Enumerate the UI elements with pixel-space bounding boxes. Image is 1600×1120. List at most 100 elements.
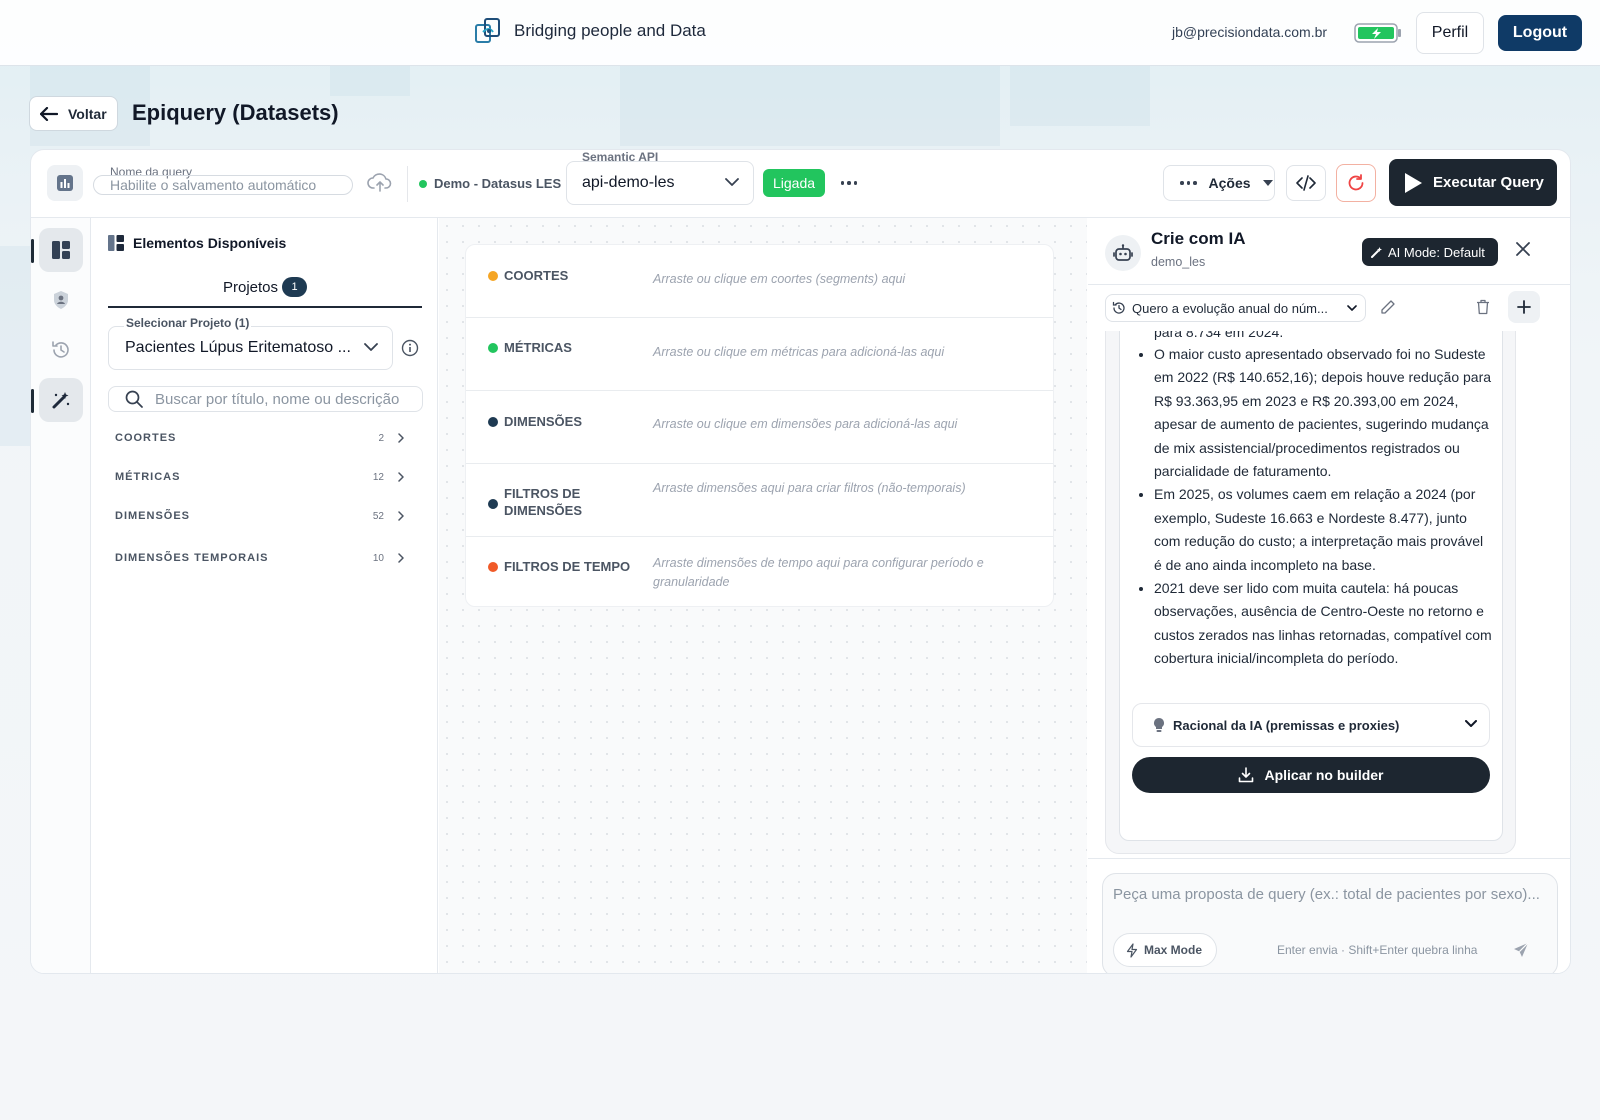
more-options-icon[interactable]: [837, 172, 861, 194]
zone-dot: [488, 562, 498, 572]
elements-search[interactable]: [108, 386, 423, 412]
chevron-right-icon: [398, 433, 404, 443]
datasource-status: Demo - Datasus LES: [419, 176, 561, 191]
arrow-left-icon: [40, 106, 58, 121]
code-view-button[interactable]: [1286, 165, 1326, 201]
zone-name: FILTROS DE DIMENSÕES: [504, 486, 583, 518]
more-horizontal-icon: [1180, 181, 1197, 185]
conversation-select[interactable]: Quero a evolução anual do núm...: [1105, 294, 1366, 322]
tab-projetos-label: Projetos: [222, 278, 279, 296]
history-icon: [52, 341, 69, 358]
category-row-metricas[interactable]: MÉTRICAS 12: [108, 464, 414, 490]
top-bar: Bridging people and Data jb@precisiondat…: [0, 0, 1600, 66]
ai-panel-header: Crie com IA demo_les AI Mode: Default: [1088, 218, 1570, 285]
user-email: jb@precisiondata.com.br: [1172, 24, 1328, 40]
category-name: DIMENSÕES TEMPORAIS: [115, 552, 269, 564]
layout-small-icon: [108, 235, 124, 251]
perfil-button[interactable]: Perfil: [1416, 12, 1484, 54]
rail-item-history[interactable]: [39, 328, 83, 372]
drop-zone-filtros-tempo[interactable]: FILTROS DE TEMPO Arraste dimensões de te…: [466, 537, 1053, 606]
ai-mode-label: AI Mode: Default: [1388, 244, 1485, 260]
category-count: 12: [372, 471, 384, 483]
acoes-button[interactable]: Ações: [1163, 165, 1275, 201]
chevron-right-icon: [398, 472, 404, 482]
conversation-title: Quero a evolução anual do núm...: [1132, 300, 1328, 316]
code-icon: [1296, 175, 1316, 191]
execute-query-button[interactable]: Executar Query: [1389, 159, 1557, 206]
category-count: 52: [372, 510, 384, 522]
send-icon[interactable]: [1513, 942, 1529, 958]
logout-button[interactable]: Logout: [1498, 15, 1582, 51]
elements-title-text: Elementos Disponíveis: [133, 235, 287, 251]
apply-builder-label: Aplicar no builder: [1264, 767, 1384, 783]
semantic-api-value: api-demo-les: [582, 174, 675, 191]
conversation-bar: Quero a evolução anual do núm...: [1088, 285, 1570, 331]
chevron-down-icon: [1347, 305, 1357, 311]
ai-prompt-input[interactable]: [1113, 884, 1543, 930]
info-icon[interactable]: [401, 339, 419, 357]
drop-zone-coortes[interactable]: COORTES Arraste ou clique em coortes (se…: [466, 245, 1053, 318]
assistant-message: para 8.734 em 2024. O maior custo aprese…: [1105, 331, 1516, 854]
robot-avatar: [1105, 235, 1141, 271]
query-icon-button[interactable]: [47, 165, 83, 201]
close-icon[interactable]: [1515, 241, 1531, 257]
lightbulb-icon: [1154, 718, 1164, 732]
ai-subtitle: demo_les: [1151, 255, 1206, 269]
magic-wand-icon: [1371, 246, 1382, 258]
rail-item-security[interactable]: [39, 278, 83, 322]
toolbar-separator: [407, 166, 408, 202]
history-icon: [1112, 301, 1125, 314]
search-icon: [125, 390, 143, 408]
status-dot: [419, 179, 427, 188]
connection-badge: Ligada: [763, 169, 826, 197]
new-conversation-button[interactable]: [1508, 291, 1540, 323]
elements-search-input[interactable]: [155, 390, 410, 408]
message-text: O maior custo apresentado observado foi …: [1120, 343, 1502, 671]
elements-title: Elementos Disponíveis: [108, 235, 286, 251]
zone-hint: Arraste ou clique em coortes (segments) …: [653, 272, 906, 286]
pencil-icon[interactable]: [1380, 299, 1396, 315]
drop-zone-metricas[interactable]: MÉTRICAS Arraste ou clique em métricas p…: [466, 318, 1053, 391]
semantic-api-select[interactable]: api-demo-les: [566, 161, 754, 205]
brand[interactable]: Bridging people and Data: [474, 16, 706, 46]
elements-panel: Elementos Disponíveis Projetos 1 Selecio…: [92, 218, 438, 973]
shield-user-icon: [54, 291, 68, 309]
rail-item-ai[interactable]: [39, 378, 83, 422]
play-icon: [1405, 172, 1422, 193]
magic-wand-icon: [52, 392, 70, 409]
left-rail: [31, 218, 91, 973]
cloud-upload-icon[interactable]: [367, 170, 393, 194]
acoes-label: Ações: [1208, 175, 1251, 191]
chevron-down-icon: [1465, 720, 1477, 727]
tab-projetos[interactable]: Projetos 1: [108, 268, 422, 308]
page-title: Epiquery (Datasets): [132, 100, 339, 125]
assistant-message-card: para 8.734 em 2024. O maior custo aprese…: [1119, 331, 1503, 841]
query-name-input[interactable]: [93, 175, 353, 195]
ai-panel: Crie com IA demo_les AI Mode: Default Qu…: [1088, 218, 1570, 973]
refresh-button[interactable]: [1336, 164, 1376, 202]
chevron-right-icon: [398, 511, 404, 521]
rail-item-elements[interactable]: [39, 228, 83, 272]
apply-builder-button[interactable]: Aplicar no builder: [1132, 757, 1490, 793]
project-select[interactable]: Pacientes Lúpus Eritematoso ...: [108, 326, 393, 370]
category-row-coortes[interactable]: COORTES 2: [108, 425, 414, 451]
ai-input-area: Max Mode Enter envia · Shift+Enter quebr…: [1088, 858, 1570, 973]
trash-icon[interactable]: [1476, 299, 1490, 315]
back-button[interactable]: Voltar: [29, 96, 118, 131]
drop-zones: COORTES Arraste ou clique em coortes (se…: [465, 244, 1054, 607]
message-bullet: Em 2025, os volumes caem em relação a 20…: [1154, 483, 1492, 577]
drop-zone-dimensoes[interactable]: DIMENSÕES Arraste ou clique em dimensões…: [466, 391, 1053, 464]
ai-mode-badge[interactable]: AI Mode: Default: [1362, 238, 1498, 266]
datasource-name: Demo - Datasus LES: [434, 176, 562, 191]
ai-messages: para 8.734 em 2024. O maior custo aprese…: [1088, 331, 1570, 858]
category-row-dimensoes[interactable]: DIMENSÕES 52: [108, 503, 414, 529]
category-count: 10: [372, 552, 384, 564]
battery-icon: [1354, 23, 1401, 43]
rational-accordion[interactable]: Racional da IA (premissas e proxies): [1132, 703, 1490, 747]
rail-active-indicator: [31, 239, 34, 263]
zone-dot: [488, 417, 498, 427]
category-row-dimensoes-temporais[interactable]: DIMENSÕES TEMPORAIS 10: [108, 545, 414, 571]
category-name: COORTES: [115, 432, 177, 444]
drop-zone-filtros-dimensoes[interactable]: FILTROS DE DIMENSÕES Arraste dimensões a…: [466, 464, 1053, 537]
max-mode-button[interactable]: Max Mode: [1113, 933, 1217, 967]
